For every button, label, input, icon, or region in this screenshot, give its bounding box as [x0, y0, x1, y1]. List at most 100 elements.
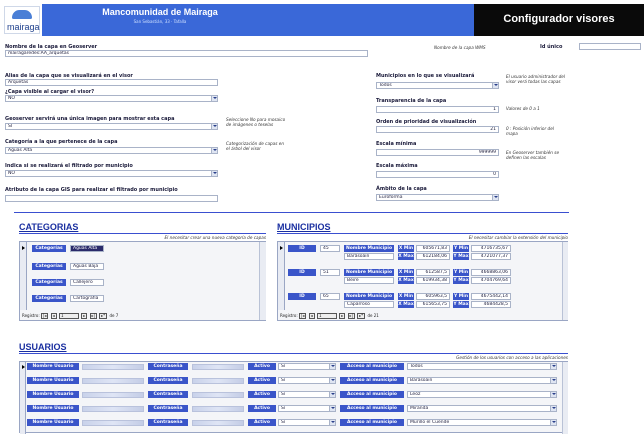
ymax-input[interactable]: 4704769,64	[471, 277, 511, 284]
access-select-value: Todos	[410, 364, 423, 369]
current-row-pointer-icon	[22, 246, 25, 250]
categoria-col-label: Categorías	[32, 245, 66, 252]
ymax-input[interactable]: 4721077,37	[471, 253, 511, 260]
password-input[interactable]	[192, 420, 244, 426]
chevron-down-icon[interactable]	[211, 124, 217, 129]
chevron-down-icon[interactable]	[550, 392, 556, 397]
access-select[interactable]: Barásoain	[407, 377, 557, 384]
visible-select[interactable]: NO	[5, 95, 218, 102]
next-record-button[interactable]: ▸	[339, 313, 346, 319]
municipios-select[interactable]: Todos	[376, 82, 499, 89]
new-record-button[interactable]: ▸*	[99, 313, 108, 319]
ymin-input[interactable]: 4668863,06	[471, 269, 511, 276]
category-select[interactable]: Aguas Alta	[5, 147, 218, 154]
chevron-down-icon[interactable]	[550, 364, 556, 369]
prev-record-button[interactable]: ◂	[308, 313, 315, 319]
active-select[interactable]: Sí	[278, 391, 336, 398]
usuarios-scrollbar[interactable]	[562, 362, 568, 434]
access-select[interactable]: Todos	[407, 363, 557, 370]
access-select[interactable]: Leoz	[407, 391, 557, 398]
user-name-input[interactable]	[82, 364, 144, 370]
ambito-select[interactable]: Euroforma	[376, 194, 499, 201]
ymax-input[interactable]: 4684428,5	[471, 301, 511, 308]
alias-input[interactable]: Arquetas	[5, 79, 218, 86]
prev-record-button[interactable]: ◂	[50, 313, 57, 319]
chevron-down-icon[interactable]	[492, 195, 498, 200]
order-input[interactable]: 21	[376, 126, 499, 133]
categoria-row-input[interactable]: Aguas Alta	[70, 245, 104, 252]
xmax-input[interactable]: 615653,75	[416, 301, 450, 308]
first-record-button[interactable]: |◂	[41, 313, 49, 319]
last-record-button[interactable]: ▸|	[89, 313, 97, 319]
xmax-col-label: X Max	[398, 301, 414, 308]
chevron-down-icon[interactable]	[329, 392, 335, 397]
chevron-down-icon[interactable]	[329, 406, 335, 411]
chevron-down-icon[interactable]	[492, 83, 498, 88]
active-col-label: Activo	[248, 363, 276, 370]
municipio-id-input[interactable]: 45	[320, 245, 340, 252]
scale-max-input[interactable]: 0	[376, 171, 499, 178]
municipio-id-input[interactable]: 51	[320, 269, 340, 276]
categoria-row-input[interactable]: Callejero	[70, 279, 104, 286]
xmax-input[interactable]: 612184,06	[416, 253, 450, 260]
password-input[interactable]	[192, 406, 244, 412]
chevron-down-icon[interactable]	[550, 406, 556, 411]
active-select-value: Sí	[281, 392, 286, 397]
password-input[interactable]	[192, 364, 244, 370]
user-name-input[interactable]	[82, 406, 144, 412]
transparency-input[interactable]: 1	[376, 106, 499, 113]
xmin-input[interactable]: 605671,83	[416, 245, 450, 252]
active-select[interactable]: Sí	[278, 377, 336, 384]
record-number-input[interactable]: 1	[58, 313, 79, 319]
xmin-col-label: X Min	[398, 245, 414, 252]
categoria-row-input[interactable]: Cartografía	[70, 295, 104, 302]
filter-select[interactable]: NO	[5, 170, 218, 177]
chevron-down-icon[interactable]	[329, 378, 335, 383]
password-input[interactable]	[192, 392, 244, 398]
next-record-button[interactable]: ▸	[81, 313, 88, 319]
xmin-input[interactable]: 612587,5	[416, 269, 450, 276]
xmax-input[interactable]: 619934,38	[416, 277, 450, 284]
xmin-input[interactable]: 605963,5	[416, 293, 450, 300]
access-col-label: Acceso al municipio	[340, 377, 404, 384]
chevron-down-icon[interactable]	[329, 420, 335, 425]
categoria-row-input[interactable]: Aguas Baja	[70, 263, 104, 270]
active-select-value: Sí	[281, 420, 286, 425]
municipio-id-input[interactable]: 65	[320, 293, 340, 300]
password-input[interactable]	[192, 378, 244, 384]
access-select[interactable]: Murillo el Cuende	[407, 419, 557, 426]
chevron-down-icon[interactable]	[550, 420, 556, 425]
municipio-name-input[interactable]: Beire	[344, 277, 394, 284]
user-name-input[interactable]	[82, 420, 144, 426]
chevron-down-icon[interactable]	[550, 378, 556, 383]
layer-name-input[interactable]: mairagaredes:AA_arquetas	[5, 50, 368, 57]
new-record-button[interactable]: ▸*	[357, 313, 366, 319]
chevron-down-icon[interactable]	[329, 364, 335, 369]
filter-select-value: NO	[8, 171, 15, 176]
chevron-down-icon[interactable]	[211, 148, 217, 153]
categorias-title: CATEGORIAS	[19, 222, 79, 232]
ymin-input[interactable]: 4716735,67	[471, 245, 511, 252]
active-select[interactable]: Sí	[278, 363, 336, 370]
user-name-input[interactable]	[82, 378, 144, 384]
single-image-select[interactable]: SI	[5, 123, 218, 130]
municipio-name-input[interactable]: Barásoain	[344, 253, 394, 260]
record-number-input[interactable]: 1	[316, 313, 337, 319]
chevron-down-icon[interactable]	[211, 171, 217, 176]
categorias-scrollbar[interactable]	[259, 242, 266, 320]
municipios-hint: El necesitar cambiar la extensión del mu…	[468, 235, 568, 240]
attribute-input[interactable]	[5, 195, 218, 202]
scale-hint: En Geoserver también se definen las esca…	[506, 150, 560, 160]
access-select[interactable]: Miranda	[407, 405, 557, 412]
chevron-down-icon[interactable]	[211, 96, 217, 101]
active-select[interactable]: Sí	[278, 405, 336, 412]
municipios-scrollbar[interactable]	[562, 242, 568, 320]
last-record-button[interactable]: ▸|	[347, 313, 355, 319]
first-record-button[interactable]: |◂	[299, 313, 307, 319]
scale-min-input[interactable]: 999999	[376, 149, 499, 156]
user-name-input[interactable]	[82, 392, 144, 398]
municipio-name-input[interactable]: Caparroso	[344, 301, 394, 308]
ymin-input[interactable]: 4675442,14	[471, 293, 511, 300]
active-select[interactable]: Sí	[278, 419, 336, 426]
id-input[interactable]	[579, 43, 641, 50]
